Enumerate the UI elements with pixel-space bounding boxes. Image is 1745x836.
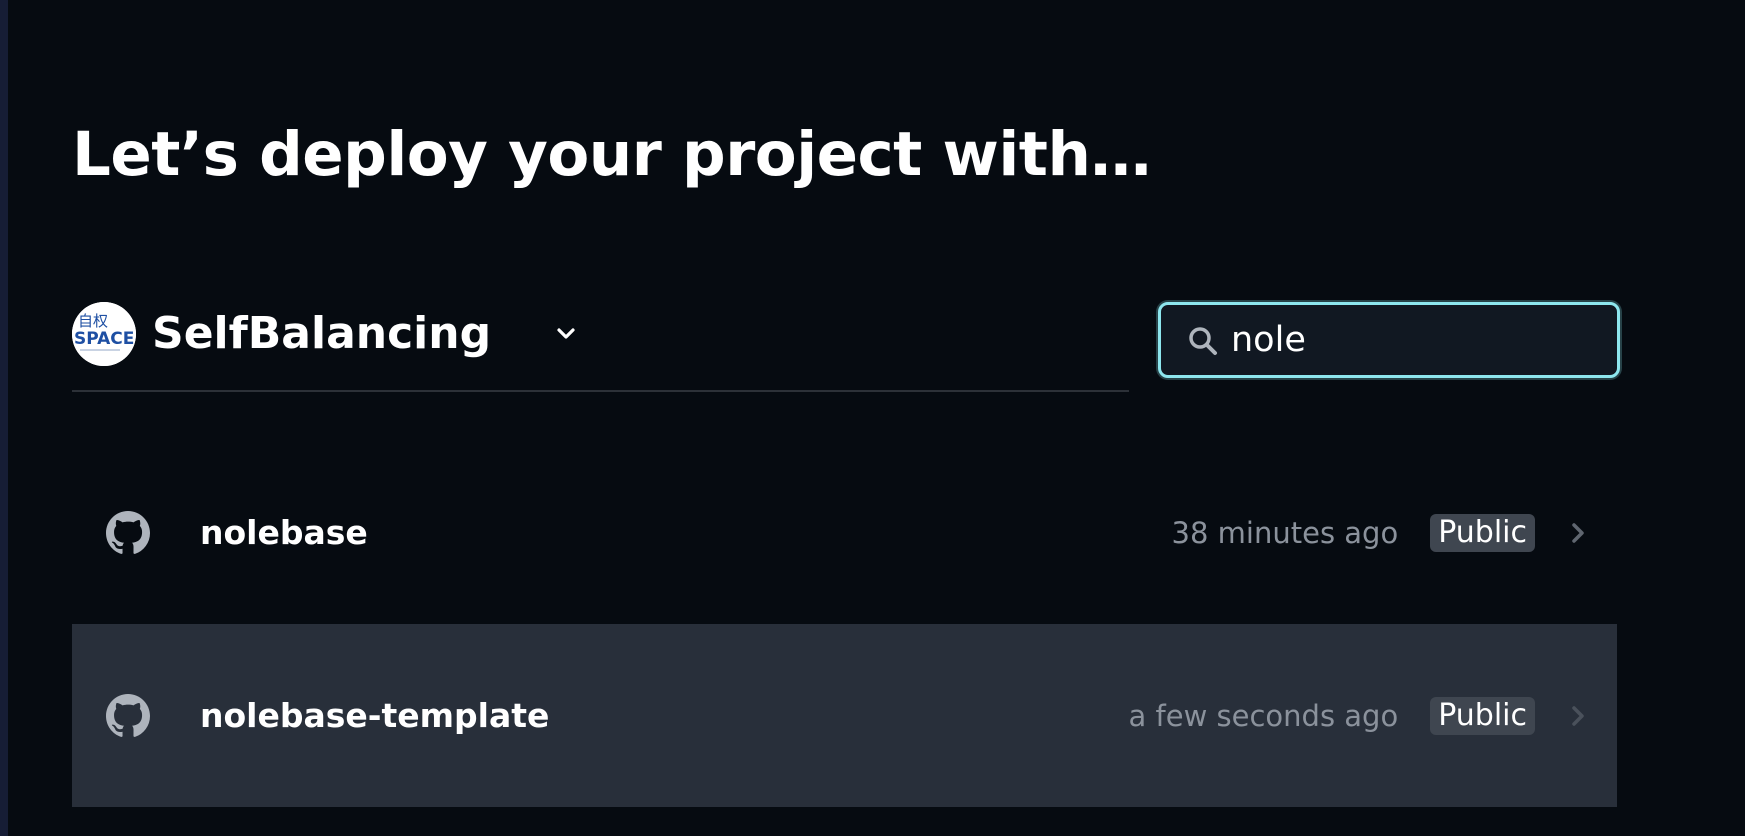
- left-edge-strip: [0, 0, 8, 836]
- chevron-right-icon: [1572, 706, 1584, 726]
- repo-row-nolebase[interactable]: nolebase 38 minutes ago Public: [72, 441, 1617, 624]
- avatar: 自权 SPACE: [72, 302, 136, 366]
- chevron-right-icon: [1572, 523, 1584, 543]
- github-icon: [106, 694, 150, 737]
- repo-list: nolebase 38 minutes ago Public nolebase-…: [72, 441, 1617, 807]
- github-icon: [106, 511, 150, 554]
- repo-name: nolebase: [200, 513, 368, 552]
- repo-meta: a few seconds ago Public: [1129, 694, 1589, 738]
- chevron-down-icon[interactable]: [554, 322, 578, 346]
- repo-name: nolebase-template: [200, 696, 550, 735]
- page-title: Let’s deploy your project with…: [72, 119, 1151, 190]
- account-name: SelfBalancing: [152, 308, 492, 359]
- visibility-badge: Public: [1430, 697, 1535, 735]
- avatar-logo: 自权 SPACE: [72, 302, 136, 366]
- search-icon: [1189, 327, 1217, 355]
- account-selector[interactable]: 自权 SPACE SelfBalancing: [72, 302, 1129, 392]
- svg-text:SPACE: SPACE: [74, 329, 134, 349]
- repo-updated-time: a few seconds ago: [1128, 699, 1399, 733]
- repo-row-nolebase-template[interactable]: nolebase-template a few seconds ago Publ…: [72, 624, 1617, 807]
- repo-updated-time: 38 minutes ago: [1171, 516, 1399, 550]
- search-box[interactable]: [1158, 302, 1620, 378]
- svg-text:自权: 自权: [78, 312, 108, 330]
- visibility-badge: Public: [1430, 514, 1535, 552]
- search-input[interactable]: [1231, 315, 1601, 365]
- repo-meta: 38 minutes ago Public: [1172, 511, 1589, 555]
